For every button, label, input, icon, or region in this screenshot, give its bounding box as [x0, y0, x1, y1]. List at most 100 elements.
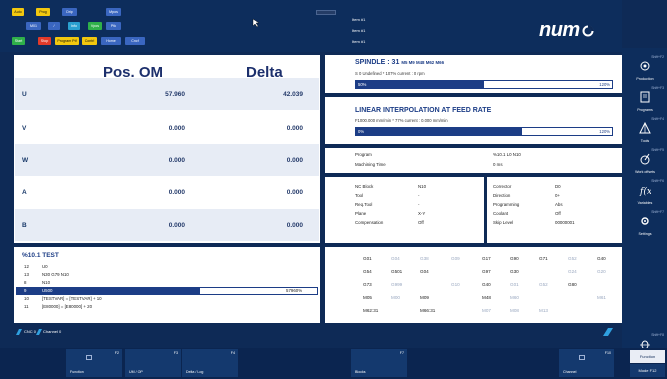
- sidebar-item-tools[interactable]: Shift+F4 Tools: [626, 116, 664, 143]
- sidebar-item-variables[interactable]: Shift+F6f(x) Variables: [626, 178, 664, 205]
- nc-value: D0: [555, 184, 561, 189]
- modal-code: G501: [391, 269, 403, 274]
- variables-icon: f(x): [639, 186, 651, 196]
- axis-delta: 0.000: [286, 222, 303, 229]
- nc-key: Req.Tool: [355, 202, 373, 207]
- production-icon: [640, 61, 650, 71]
- sidebar-item-work-offsets[interactable]: Shift+F5 Work offsets: [626, 147, 664, 174]
- nc-value: Off: [555, 211, 561, 216]
- softkey-label: Function: [70, 370, 84, 374]
- panel-divider: [325, 243, 625, 247]
- axis-delta: 42.039: [283, 91, 303, 98]
- modal-code: G01: [510, 282, 519, 287]
- softkey-label: Channel: [563, 370, 577, 374]
- shortcut-label: Shift+F4: [651, 117, 664, 121]
- svg-text:f(x): f(x): [639, 186, 651, 196]
- cnc-flag-icon: [16, 329, 22, 335]
- softkey-icon: [579, 355, 585, 360]
- softkey-label: Delta / Log: [186, 370, 204, 374]
- softkey-f3[interactable]: F3 UM / OP: [125, 349, 181, 377]
- axis-name: V: [22, 125, 27, 132]
- mode-button-11[interactable]: Program Ptf: [55, 37, 79, 45]
- modal-code: M60: [510, 295, 519, 300]
- modal-code: M13: [539, 308, 548, 313]
- panel-divider: [325, 173, 625, 177]
- mode-button-1[interactable]: Prog: [36, 8, 50, 16]
- modal-code: G90: [510, 256, 519, 261]
- softkey-label: Blocks: [355, 370, 366, 374]
- top-item-1: Item #1: [352, 17, 366, 22]
- program-label: Program: [355, 152, 372, 157]
- program-panel: [14, 247, 320, 323]
- mode-button-7[interactable]: Vpos: [88, 22, 102, 30]
- axis-name: W: [22, 157, 29, 164]
- line-text: [TESTVAR] = [TESTVAR] + 10: [42, 296, 102, 301]
- sidebar-item-label: Programs: [637, 108, 653, 112]
- mode-button-12[interactable]: Contrl: [82, 37, 97, 45]
- modal-code: G09: [451, 256, 460, 261]
- nc-key: Skip Level: [493, 220, 514, 225]
- axis-row: V 0.000 0.000: [15, 112, 319, 144]
- sidebar-item-label: Work offsets: [635, 170, 655, 174]
- axis-delta: 0.000: [286, 125, 303, 132]
- axis-name: U: [22, 91, 27, 98]
- softkey-shortcut: F10: [604, 351, 611, 355]
- modal-code: M66:31: [420, 308, 436, 313]
- mode-button-4[interactable]: M01: [26, 22, 41, 30]
- line-number: 13: [24, 272, 29, 277]
- sidebar-item-production[interactable]: Shift+F2 Production: [626, 54, 664, 81]
- machining-time-label: Machining Time: [355, 162, 386, 167]
- feed-bar-max: 120%: [599, 129, 610, 134]
- nc-value: 00000001: [555, 220, 575, 225]
- mode-button-13[interactable]: Home: [101, 37, 121, 45]
- panel-divider-vertical: [484, 177, 487, 243]
- modal-code: G17: [482, 256, 491, 261]
- sidebar-item-programs[interactable]: Shift+F3 Programs: [626, 85, 664, 112]
- shortcut-label: Shift+F8: [651, 333, 664, 337]
- mode-button-2[interactable]: Drip: [62, 8, 77, 16]
- mode-button-6[interactable]: Info: [68, 22, 80, 30]
- modal-code: G73: [363, 282, 372, 287]
- modal-code: G38: [420, 256, 429, 261]
- modal-code: G20: [597, 269, 606, 274]
- mode-button-0[interactable]: Auto: [12, 8, 24, 16]
- line-text: N30 G79 N10: [42, 272, 69, 277]
- function-button[interactable]: Function: [630, 350, 665, 363]
- shortcut-label: Shift+F6: [651, 179, 664, 183]
- modal-code: M09: [420, 295, 429, 300]
- sidebar-item-settings[interactable]: Shift+F7 Settings: [626, 209, 665, 236]
- mode-button-9[interactable]: Start: [12, 37, 25, 45]
- mode-button-5[interactable]: /: [48, 22, 60, 30]
- modal-code: M00: [391, 295, 400, 300]
- mode-button-3[interactable]: Mpos: [106, 8, 121, 16]
- programs-icon: [640, 91, 650, 103]
- mode-button[interactable]: Mode F12: [630, 364, 665, 377]
- modal-code: M62:31: [363, 308, 379, 313]
- machining-time-value: 0 ms: [493, 162, 503, 167]
- active-line-highlight: [16, 287, 318, 295]
- softkey-f4[interactable]: F4 Delta / Log: [182, 349, 238, 377]
- sidebar-item-label: Tools: [640, 139, 650, 143]
- program-value: %10.1 L0 N10: [493, 152, 521, 157]
- axis-position: 57.960: [165, 91, 185, 98]
- softkey-shortcut: F7: [399, 351, 404, 355]
- spindle-bar-label: 50%: [358, 82, 367, 87]
- mode-button-10[interactable]: Stop: [38, 37, 51, 45]
- softkey-f2[interactable]: F2 Function: [66, 349, 122, 377]
- mode-button-8[interactable]: Ptk: [106, 22, 121, 30]
- panel-divider: [325, 93, 625, 97]
- nc-value: Abs: [555, 202, 563, 207]
- feed-bar-label: 0%: [358, 129, 365, 134]
- shortcut-label: Shift+F2: [651, 55, 664, 59]
- axis-position: 0.000: [168, 189, 185, 196]
- softkey-f7[interactable]: F7 Blocks: [351, 349, 407, 377]
- panel-divider: [325, 144, 625, 148]
- nc-value: -: [418, 193, 420, 198]
- line-text: U0: [42, 264, 48, 269]
- mode-button-14[interactable]: Cncf: [125, 37, 145, 45]
- nc-key: Programming: [493, 202, 520, 207]
- nc-value: 0+: [555, 193, 561, 198]
- modal-code: M07: [482, 308, 491, 313]
- spindle-bar-max: 120%: [599, 82, 610, 87]
- softkey-f10[interactable]: F10 Channel: [559, 349, 614, 377]
